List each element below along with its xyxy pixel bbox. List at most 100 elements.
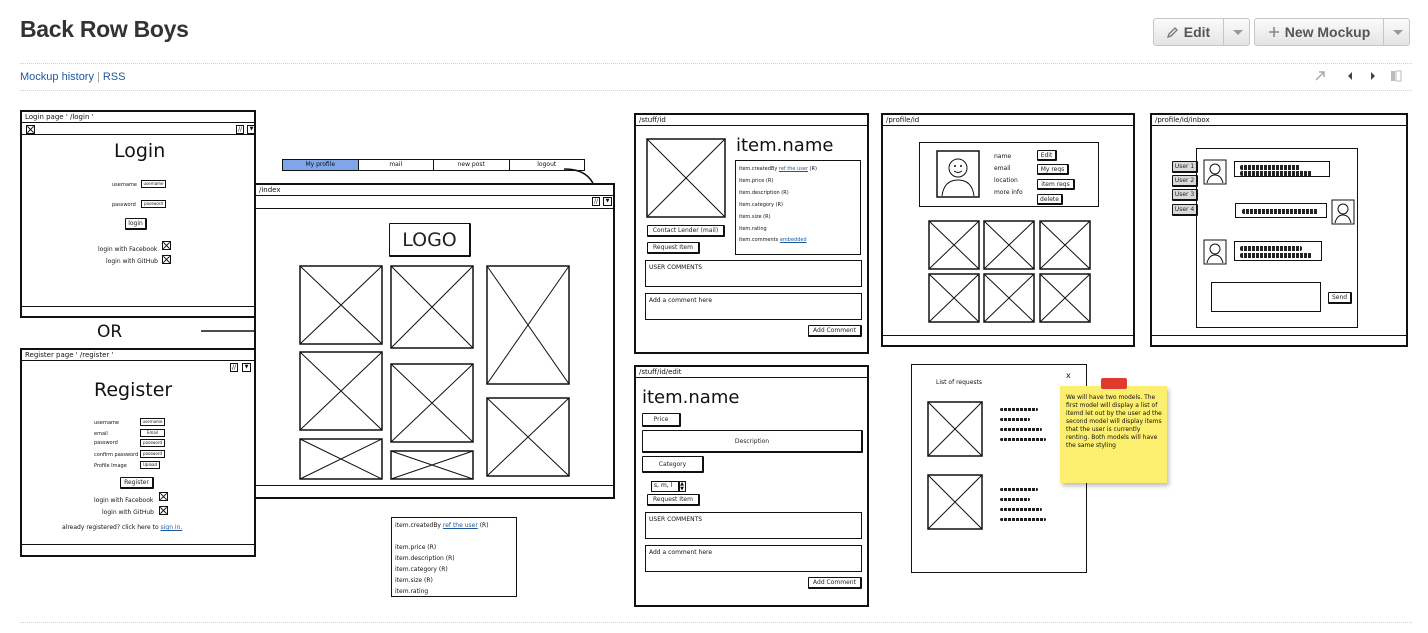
field-line: item.description (R) bbox=[395, 555, 455, 562]
avatar-icon bbox=[936, 150, 980, 198]
register-mockup: Register page ' /register ' // ▼ Registe… bbox=[20, 348, 256, 557]
stepper-icon[interactable]: ▲ ▼ bbox=[678, 481, 686, 492]
name-label: name bbox=[994, 153, 1012, 160]
edit-button[interactable]: Edit bbox=[1153, 18, 1224, 46]
password-input[interactable]: password bbox=[141, 200, 166, 208]
add-comment-input[interactable]: Add a comment here bbox=[645, 545, 862, 572]
edit-label: Edit bbox=[1183, 24, 1211, 40]
ref-user-link[interactable]: ref the user bbox=[443, 522, 478, 529]
password-input[interactable]: password bbox=[140, 439, 165, 447]
login-button[interactable]: login bbox=[125, 218, 147, 230]
requests-title: List of requests bbox=[936, 379, 983, 386]
image-placeholder bbox=[983, 220, 1035, 270]
facebook-checkbox[interactable] bbox=[162, 241, 171, 250]
message-text bbox=[1240, 246, 1302, 251]
price-field[interactable]: Price bbox=[642, 413, 681, 427]
contact-lender-button[interactable]: Contact Lender (mail) bbox=[647, 225, 725, 237]
profile-title-bar: /profile/id bbox=[883, 115, 1133, 126]
user-tab-3[interactable]: User 3 bbox=[1172, 189, 1198, 201]
close-icon bbox=[26, 125, 35, 134]
comments-line: item.comments embedded bbox=[739, 237, 807, 243]
inbox-footer bbox=[1152, 335, 1406, 336]
prev-icon[interactable] bbox=[1345, 70, 1355, 85]
email-input[interactable]: Email bbox=[140, 429, 165, 437]
already-text: already registered? click here to bbox=[62, 524, 159, 531]
request-text bbox=[1000, 428, 1042, 431]
edit-profile-button[interactable]: Edit bbox=[1037, 150, 1057, 161]
add-comment-button[interactable]: Add Comment bbox=[808, 577, 862, 589]
add-comment-input[interactable]: Add a comment here bbox=[645, 293, 862, 320]
edit-dropdown-button[interactable] bbox=[1223, 18, 1250, 46]
tab-new-post[interactable]: new post bbox=[434, 160, 510, 170]
new-mockup-button[interactable]: New Mockup bbox=[1254, 18, 1384, 46]
index-footer bbox=[256, 485, 613, 486]
confirm-password-label: confirm password bbox=[94, 452, 139, 458]
request-item-button[interactable]: Request Item bbox=[647, 242, 700, 254]
request-item-button[interactable]: Request Item bbox=[647, 494, 700, 506]
panel-icon[interactable] bbox=[1390, 70, 1402, 85]
profile-card: name email location more info Edit My re… bbox=[919, 142, 1099, 207]
image-placeholder bbox=[390, 265, 474, 349]
image-placeholder bbox=[927, 401, 983, 457]
next-icon[interactable] bbox=[1368, 70, 1378, 85]
description-field[interactable]: Description bbox=[642, 430, 863, 453]
avatar-icon bbox=[1203, 159, 1227, 185]
upload-button[interactable]: Upload bbox=[140, 461, 160, 469]
tab-logout[interactable]: logout bbox=[510, 160, 585, 170]
inbox-title-bar: /profile/id/inbox bbox=[1152, 115, 1406, 126]
login-mockup: Login page ' /login ' // ▼ Login usernam… bbox=[20, 110, 256, 318]
message-bubble bbox=[1234, 161, 1330, 177]
image-placeholder bbox=[1039, 273, 1091, 323]
username-input[interactable]: username bbox=[140, 418, 165, 426]
item-reqs-button[interactable]: item reqs bbox=[1037, 179, 1075, 190]
stuff-mockup: /stuff/id item.name item.createdBy ref t… bbox=[634, 113, 869, 354]
expand-icon[interactable] bbox=[1314, 70, 1326, 85]
image-placeholder bbox=[486, 265, 570, 385]
image-placeholder bbox=[646, 138, 726, 218]
message-input[interactable] bbox=[1211, 282, 1321, 312]
more-info-label: more info bbox=[994, 189, 1023, 196]
request-text bbox=[1000, 498, 1030, 501]
confirm-password-input[interactable]: password bbox=[140, 450, 165, 458]
category-field[interactable]: Category bbox=[642, 456, 704, 473]
request-text bbox=[1000, 488, 1038, 491]
tab-mail[interactable]: mail bbox=[359, 160, 434, 170]
index-tab-bar: My profile mail new post logout bbox=[282, 159, 585, 171]
my-reqs-button[interactable]: My reqs bbox=[1037, 164, 1069, 175]
tab-my-profile[interactable]: My profile bbox=[283, 160, 359, 170]
image-placeholder bbox=[299, 351, 383, 431]
register-heading: Register bbox=[94, 379, 173, 401]
github-checkbox[interactable] bbox=[159, 506, 168, 515]
add-comment-button[interactable]: Add Comment bbox=[808, 325, 862, 337]
send-button[interactable]: Send bbox=[1328, 292, 1352, 304]
created-by-line: item.createdBy ref the user (R) bbox=[739, 166, 817, 172]
size-select[interactable]: s, m, l bbox=[651, 481, 680, 492]
delete-button[interactable]: delete bbox=[1037, 194, 1063, 205]
rss-link[interactable]: RSS bbox=[103, 71, 126, 83]
request-text bbox=[1000, 508, 1042, 511]
embedded-link[interactable]: embedded bbox=[780, 237, 807, 243]
ref-user-link[interactable]: ref the user bbox=[779, 166, 808, 172]
image-placeholder bbox=[299, 438, 383, 480]
github-label: login with GitHub bbox=[102, 509, 154, 516]
divider bbox=[20, 63, 1412, 64]
mockup-history-link[interactable]: Mockup history bbox=[20, 71, 94, 83]
new-mockup-dropdown-button[interactable] bbox=[1383, 18, 1410, 46]
github-checkbox[interactable] bbox=[162, 255, 171, 264]
chat-panel: Send bbox=[1196, 148, 1358, 328]
index-title-bar: /index bbox=[256, 185, 613, 196]
user-tab-1[interactable]: User 1 bbox=[1172, 161, 1198, 173]
nav-icon: // bbox=[592, 197, 601, 206]
avatar-icon bbox=[1331, 199, 1355, 225]
index-toolbar bbox=[256, 196, 613, 209]
username-input[interactable]: username bbox=[141, 180, 166, 188]
item-details-box: item.createdBy ref the user (R) item.pri… bbox=[735, 160, 861, 255]
user-tab-4[interactable]: User 4 bbox=[1172, 204, 1198, 216]
user-tab-2[interactable]: User 2 bbox=[1172, 175, 1198, 187]
image-placeholder bbox=[983, 273, 1035, 323]
sign-in-link[interactable]: sign in. bbox=[161, 524, 183, 531]
facebook-checkbox[interactable] bbox=[159, 492, 168, 501]
close-icon[interactable]: x bbox=[1066, 371, 1071, 380]
facebook-label: login with Facebook bbox=[98, 246, 158, 253]
register-button[interactable]: Register bbox=[120, 477, 154, 489]
